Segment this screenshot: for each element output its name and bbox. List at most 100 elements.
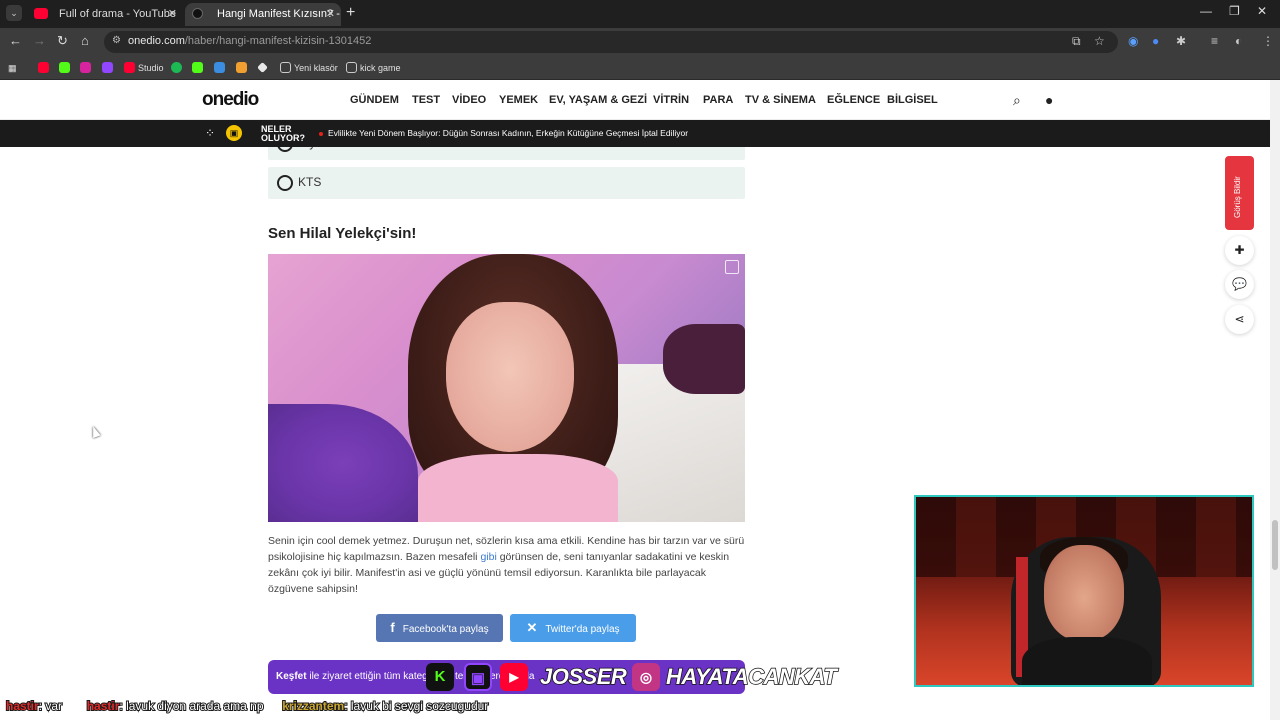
chat-message: : lavuk bi sevgi sozcugudur — [343, 698, 489, 714]
menu-icon[interactable]: ⋮ — [1262, 34, 1274, 48]
folder-icon — [346, 62, 357, 73]
overlay-handle-instagram: HAYATACANKAT — [665, 663, 837, 690]
extension-audio-icon[interactable]: ◉ — [1128, 34, 1138, 48]
bookmarks-bar: ▦ Studio Yeni klasör kick game — [0, 56, 1280, 80]
categories-grid-icon[interactable]: ⁘ — [205, 126, 215, 140]
browser-toolbar: ← → ↻ ⌂ ⚙ onedio.com/haber/hangi-manifes… — [0, 28, 1280, 56]
image-shirt — [418, 454, 618, 522]
profile-icon[interactable]: ◐ — [1235, 34, 1242, 48]
result-image — [268, 254, 745, 522]
extensions-icon[interactable]: ✱ — [1176, 34, 1186, 48]
page-scrollbar[interactable] — [1270, 80, 1280, 720]
nav-yemek[interactable]: YEMEK — [499, 94, 538, 106]
screen: ⌄ Full of drama - YouTube ✕ Hangi Manife… — [0, 0, 1280, 720]
nav-ev-yasam-gezi[interactable]: EV, YAŞAM & GEZİ — [549, 94, 647, 106]
kick-icon: K — [426, 663, 454, 691]
tab-title: Hangi Manifest Kızısın? - Onedio — [217, 8, 341, 20]
bookmark-folder-yeni[interactable]: Yeni klasör — [280, 61, 338, 75]
bookmark-star-icon[interactable]: ☆ — [1094, 34, 1105, 48]
nav-gundem[interactable]: GÜNDEM — [350, 94, 399, 106]
bookmark-game-icon[interactable] — [214, 61, 228, 75]
tab-search-icon[interactable]: ⌄ — [6, 5, 22, 21]
nav-bilgisel[interactable]: BİLGİSEL — [887, 94, 938, 106]
tab-onedio[interactable]: Hangi Manifest Kızısın? - Onedio ✕ — [185, 3, 341, 26]
install-app-icon[interactable]: ⧉ — [1072, 34, 1081, 49]
extension-shield-icon[interactable]: ● — [1152, 34, 1159, 48]
scroll-thumb[interactable] — [1272, 520, 1278, 570]
bookmark-studio[interactable]: Studio — [124, 61, 164, 75]
nav-video[interactable]: VİDEO — [452, 94, 486, 106]
mouse-cursor-icon — [89, 424, 101, 439]
tab-title: Full of drama - YouTube — [59, 8, 176, 20]
ticker-brand: NELEROLUYOR? — [261, 124, 305, 143]
forward-icon[interactable]: → — [33, 33, 46, 48]
news-ticker-overlay: ⁘ ▣ NELER OLUYOR? Evlilikte Yeni Dönem Ba… — [0, 120, 1270, 147]
result-description: Senin için cool demek yetmez. Duruşun ne… — [268, 535, 745, 595]
url-text: onedio.com/haber/hangi-manifest-kizisin-… — [128, 35, 372, 47]
twitch-icon: ▣ — [464, 663, 492, 691]
youtube-studio-icon — [124, 62, 135, 73]
restore-icon[interactable]: ❐ — [1229, 4, 1240, 18]
description-link[interactable]: gibi — [480, 551, 496, 563]
nav-tv-sinema[interactable]: TV & SİNEMA — [745, 94, 816, 106]
bookmark-kick2-icon[interactable] — [192, 61, 206, 75]
instagram-icon: ◎ — [632, 663, 660, 691]
facebook-share-button[interactable]: f Facebook'ta paylaş — [376, 614, 503, 642]
share-icon[interactable]: ⋖ — [1225, 305, 1254, 334]
comments-icon[interactable]: 💬 — [1225, 270, 1254, 299]
overlay-handle-josser: JOSSER — [539, 663, 627, 690]
nav-test[interactable]: TEST — [412, 94, 440, 106]
close-tab-icon[interactable]: ✕ — [168, 3, 177, 25]
twitter-share-button[interactable]: ✕ Twitter'da paylaş — [510, 614, 636, 642]
bookmark-pizza-icon[interactable] — [236, 61, 250, 75]
cam-body — [1022, 637, 1152, 685]
onedio-logo[interactable]: onedio — [202, 89, 259, 111]
close-window-icon[interactable]: ✕ — [1257, 4, 1267, 18]
reload-icon[interactable]: ↻ — [57, 33, 68, 49]
image-rug — [268, 404, 418, 522]
user-icon[interactable]: ● — [1045, 92, 1053, 108]
radio-button[interactable] — [277, 175, 293, 191]
nav-para[interactable]: PARA — [703, 94, 733, 106]
bookmark-instagram-icon[interactable] — [80, 61, 94, 75]
nav-eglence[interactable]: EĞLENCE — [827, 94, 880, 106]
ticker-headline[interactable]: Evlilikte Yeni Dönem Başlıyor: Düğün Son… — [328, 128, 688, 138]
site-header: onedio GÜNDEM TEST VİDEO YEMEK EV, YAŞAM… — [0, 80, 1270, 120]
youtube-icon: ▶ — [500, 663, 528, 691]
back-icon[interactable]: ← — [9, 33, 22, 48]
feedback-button[interactable]: Görüş Bildir — [1225, 156, 1254, 230]
save-bookmark-icon[interactable]: ✚ — [1225, 236, 1254, 265]
chat-user: hastir — [86, 698, 121, 714]
result-title: Sen Hilal Yelekçi'sin! — [268, 225, 417, 242]
nav-vitrin[interactable]: VİTRİN — [653, 94, 689, 106]
bookmark-twitch-icon[interactable] — [102, 61, 116, 75]
new-tab-icon[interactable]: + — [346, 4, 355, 22]
chat-message: : var — [38, 698, 63, 714]
expand-image-icon[interactable] — [725, 260, 739, 274]
bookmark-spotify-icon[interactable] — [171, 61, 185, 75]
address-bar[interactable]: ⚙ onedio.com/haber/hangi-manifest-kizisi… — [104, 31, 1118, 53]
bookmark-kick-icon[interactable] — [59, 61, 73, 75]
x-icon: ✕ — [526, 620, 538, 635]
facebook-icon: f — [390, 620, 395, 635]
browser-tab-bar: ⌄ Full of drama - YouTube ✕ Hangi Manife… — [0, 0, 1280, 28]
live-news-icon[interactable]: ▣ — [226, 125, 242, 141]
bookmark-folder-kick-game[interactable]: kick game — [346, 61, 401, 75]
bookmark-diamond-icon[interactable] — [257, 61, 271, 75]
chat-user: krizzantem — [281, 698, 345, 714]
chat-user: hastir — [5, 698, 40, 714]
close-tab-icon[interactable]: ✕ — [326, 3, 335, 25]
apps-icon[interactable]: ▦ — [8, 61, 17, 75]
minimize-icon[interactable]: — — [1200, 4, 1212, 18]
media-control-icon[interactable]: ≡ — [1211, 34, 1218, 48]
image-pillow — [663, 324, 745, 394]
webcam-overlay — [914, 495, 1254, 687]
home-icon[interactable]: ⌂ — [81, 33, 89, 48]
quiz-option-kts[interactable]: KTS — [268, 167, 745, 199]
ticker-dot — [319, 132, 323, 136]
tab-youtube[interactable]: Full of drama - YouTube ✕ — [27, 3, 183, 26]
image-face — [446, 302, 574, 452]
search-icon[interactable]: ⌕ — [1013, 92, 1021, 109]
site-info-icon[interactable]: ⚙ — [112, 35, 121, 46]
bookmark-youtube-icon[interactable] — [38, 61, 52, 75]
